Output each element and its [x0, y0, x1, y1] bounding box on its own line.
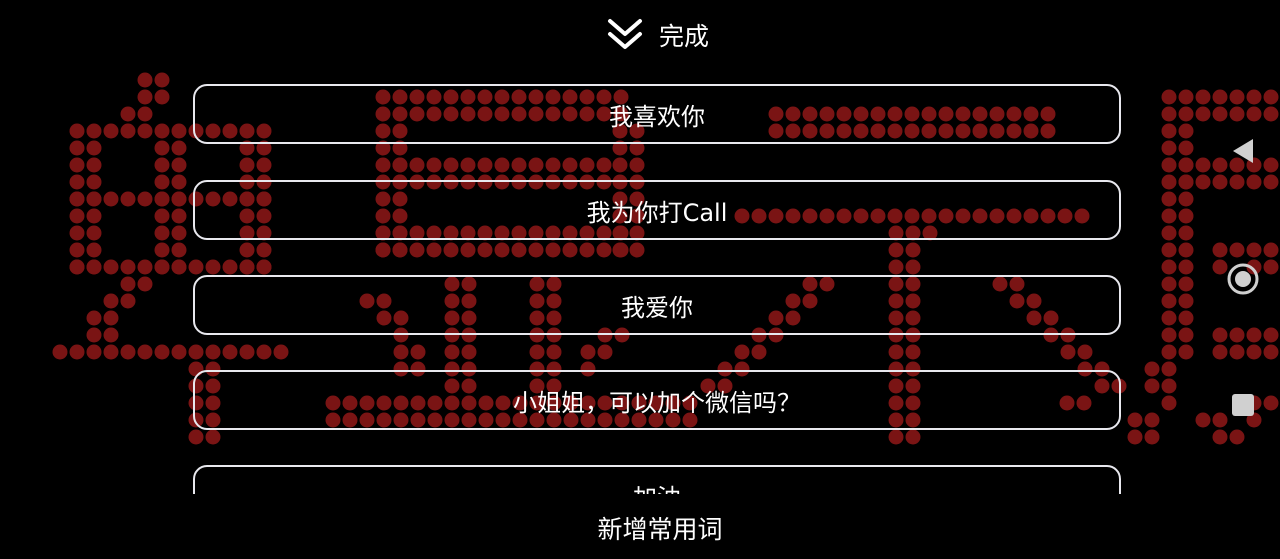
- back-triangle-icon: [1233, 139, 1253, 163]
- phrase-item[interactable]: 小姐姐，可以加个微信吗？: [193, 370, 1121, 430]
- add-phrase-button[interactable]: 新增常用词: [540, 508, 780, 548]
- done-button[interactable]: 完成: [605, 14, 709, 56]
- home-circle-icon: [1227, 263, 1259, 295]
- phrase-label: 我为你打Call: [586, 198, 728, 227]
- nav-recents-button[interactable]: [1222, 384, 1264, 426]
- phrase-label: 小姐姐，可以加个微信吗？: [513, 388, 801, 417]
- nav-back-button[interactable]: [1222, 130, 1264, 172]
- done-label: 完成: [659, 22, 710, 51]
- nav-home-button[interactable]: [1222, 258, 1264, 300]
- phrase-picker-screen: 完成 我喜欢你 我为你打Call 我爱你 小姐姐，可以加个微信吗？ 加油 新增常…: [0, 0, 1280, 559]
- phrase-overlay: 完成 我喜欢你 我为你打Call 我爱你 小姐姐，可以加个微信吗？ 加油 新增常…: [0, 0, 1280, 559]
- phrase-label: 我喜欢你: [609, 102, 705, 131]
- add-phrase-label: 新增常用词: [597, 515, 723, 544]
- phrase-item[interactable]: 我为你打Call: [193, 180, 1121, 240]
- double-chevron-down-icon: [608, 19, 642, 49]
- phrase-item[interactable]: 我爱你: [193, 275, 1121, 335]
- phrase-item[interactable]: 加油: [193, 465, 1121, 494]
- phrase-label: 加油: [633, 478, 681, 495]
- phrase-label: 我爱你: [621, 293, 693, 322]
- phrase-list[interactable]: 我喜欢你 我为你打Call 我爱你 小姐姐，可以加个微信吗？ 加油: [193, 84, 1125, 494]
- phrase-item[interactable]: 我喜欢你: [193, 84, 1121, 144]
- recents-square-icon: [1232, 394, 1254, 416]
